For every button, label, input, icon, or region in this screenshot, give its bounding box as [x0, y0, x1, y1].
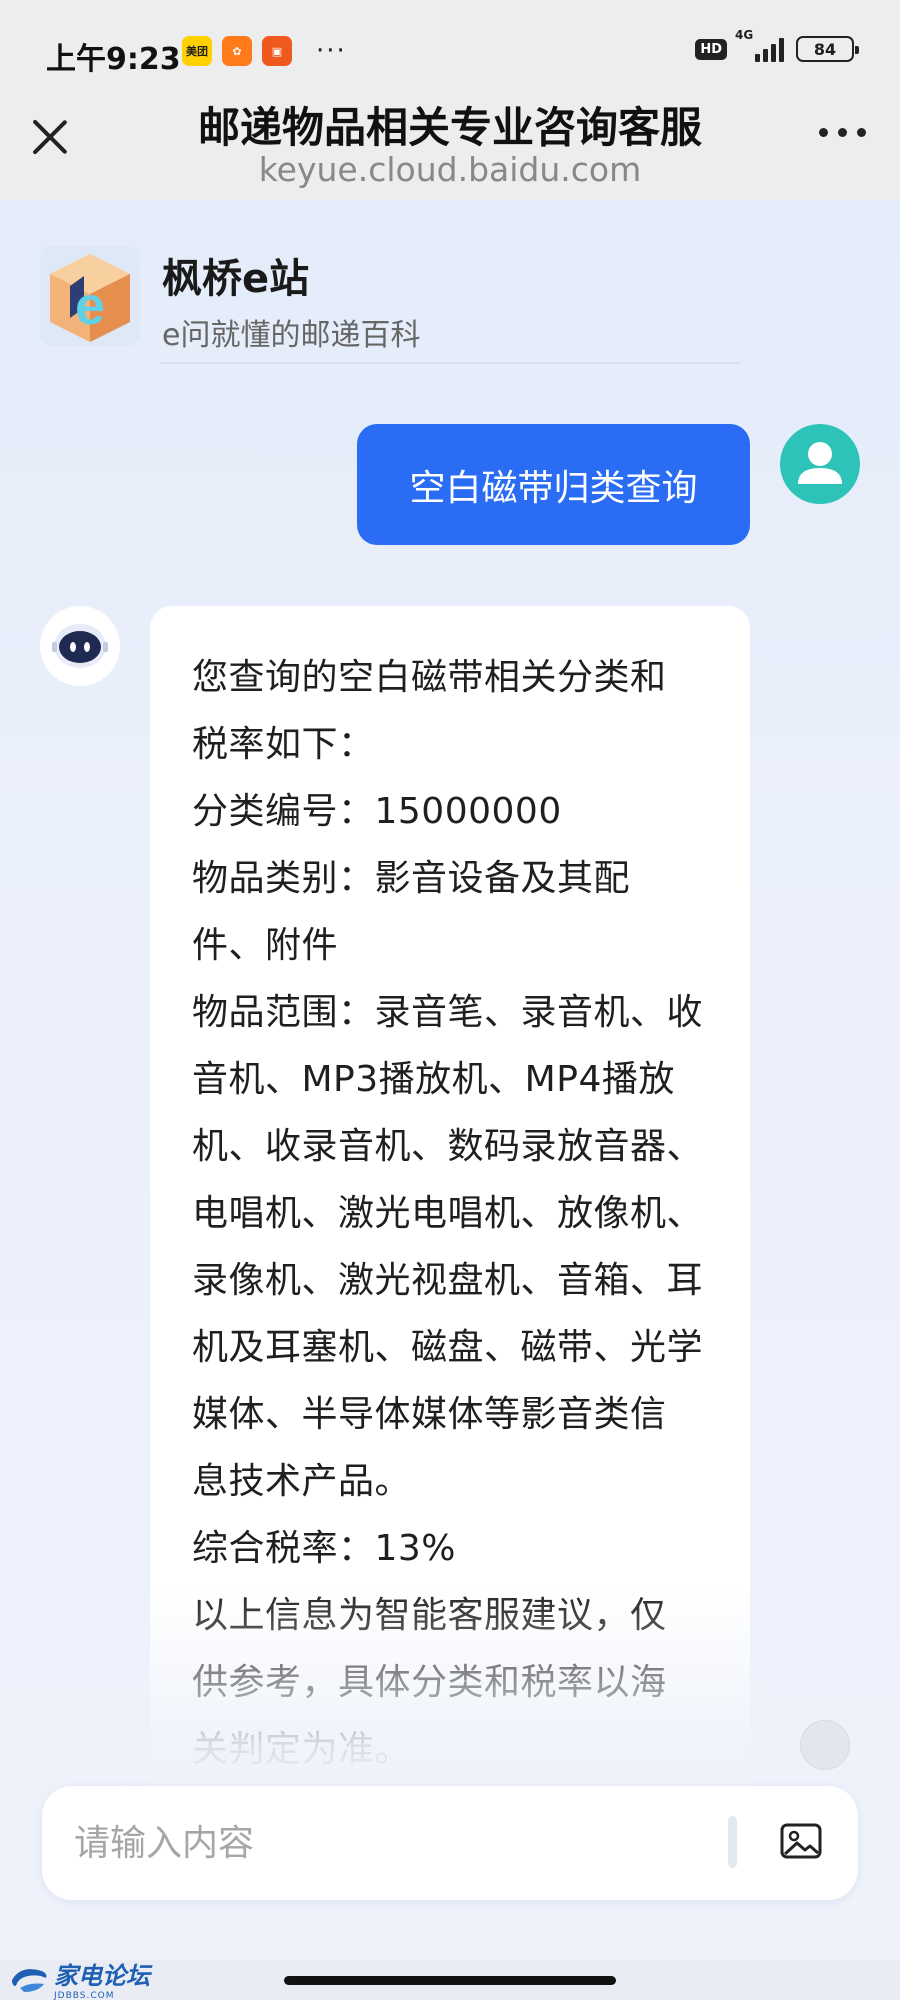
svg-text:e: e: [75, 276, 105, 336]
bot-name: 枫桥e站: [162, 256, 310, 302]
user-avatar-icon: [780, 424, 860, 504]
status-right: HD 4G 84: [695, 28, 859, 62]
input-divider: [728, 1816, 737, 1868]
status-bar: 上午9:23 美团 ✿ ▣ ··· HD 4G 84: [0, 0, 900, 100]
input-bar: [42, 1786, 858, 1900]
status-more-icon: ···: [316, 36, 347, 66]
watermark-swirl-icon: [12, 1968, 47, 1992]
watermark-sub: JDBBS.COM: [54, 1991, 115, 2000]
bot-avatar-icon: [40, 606, 120, 686]
user-message-bubble: 空白磁带归类查询: [357, 424, 750, 545]
page-url: keyue.cloud.baidu.com: [258, 150, 642, 189]
meituan-icon: 美团: [182, 36, 212, 66]
bot-logo-icon: e: [40, 246, 140, 346]
divider: [160, 362, 740, 364]
app-orange-icon: ✿: [222, 36, 252, 66]
image-upload-icon[interactable]: [776, 1816, 826, 1866]
fade-overlay: [150, 1586, 750, 1786]
bot-message-bubble: 您查询的空白磁带相关分类和 税率如下： 分类编号：15000000 物品类别：影…: [150, 606, 750, 1786]
watermark-logo: 家电论坛 JDBBS.COM: [8, 1956, 150, 2000]
message-input[interactable]: [74, 1808, 724, 1878]
bot-header: e 枫桥e站 e问就懂的邮递百科: [40, 246, 740, 366]
watermark-text: 家电论坛: [54, 1962, 150, 1990]
status-app-icons: 美团 ✿ ▣ ···: [182, 36, 347, 66]
scroll-to-bottom-button[interactable]: [800, 1720, 850, 1770]
app-red-icon: ▣: [262, 36, 292, 66]
page-title: 邮递物品相关专业咨询客服: [197, 103, 702, 152]
home-indicator[interactable]: [284, 1976, 616, 1985]
signal-icon: 4G: [735, 28, 784, 62]
title-bar: 邮递物品相关专业咨询客服 keyue.cloud.baidu.com: [0, 90, 900, 200]
battery-level: 84: [813, 39, 837, 59]
more-options-icon[interactable]: [819, 128, 866, 137]
battery-icon: 84: [796, 36, 859, 62]
network-type: 4G: [735, 28, 754, 42]
status-time: 上午9:23: [46, 42, 181, 77]
hd-badge: HD: [695, 38, 727, 60]
bot-description: e问就懂的邮递百科: [162, 318, 421, 353]
